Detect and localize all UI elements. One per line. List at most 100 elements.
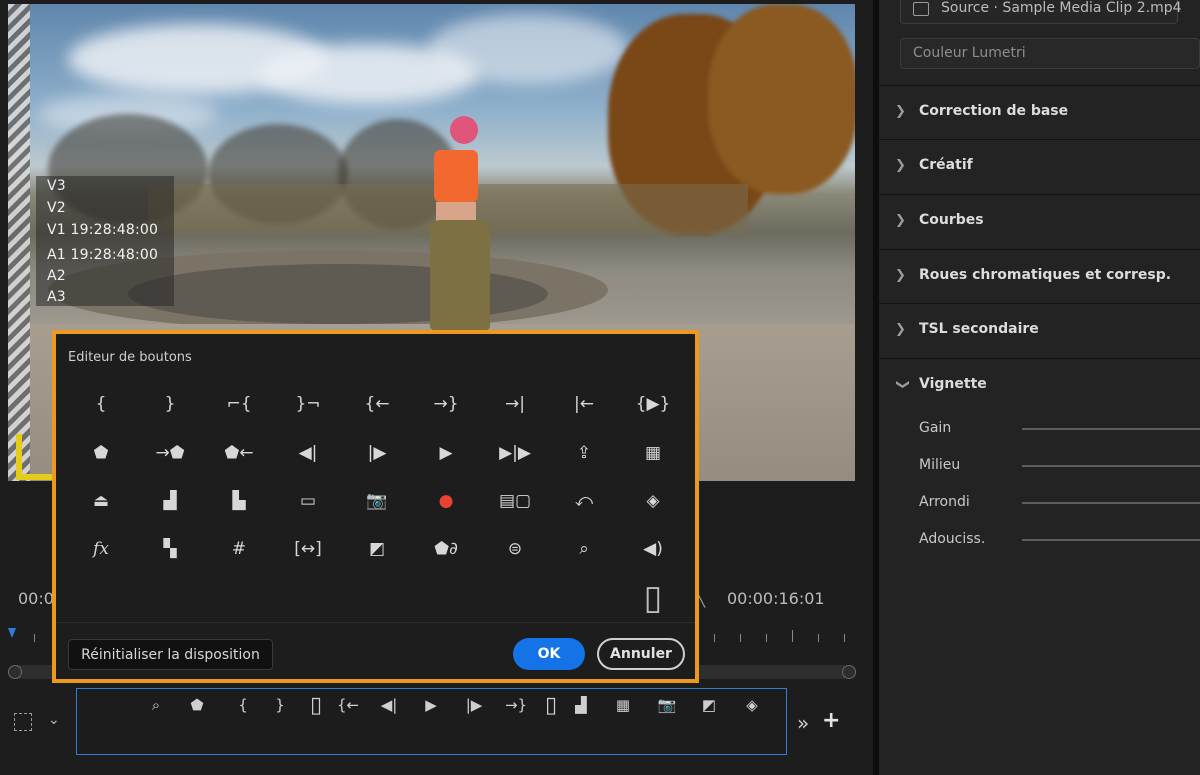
- bar-overwrite-icon[interactable]: ▦: [610, 694, 636, 716]
- chevron-down-icon[interactable]: ⌄: [48, 712, 60, 728]
- button-editor-icon[interactable]: ▚: [150, 534, 190, 564]
- add-marker-icon[interactable]: ⬟: [81, 438, 121, 468]
- step-back-icon[interactable]: ◀|: [288, 438, 328, 468]
- button-grid: {} ⌐{ }¬ {← →} →| |← {▶} ⬟ →⬟ ⬟← ◀| |▶ ▶ ▶|▶ ⇪ ▦ ⏏ ▟ ▙ ▭ 📷 ● ▤▢…: [56, 334, 695, 622]
- fx-icon[interactable]: fx: [81, 534, 121, 564]
- bar-spacer-icon[interactable]: ▯: [538, 693, 564, 718]
- bar-step-back-icon[interactable]: ◀|: [376, 694, 402, 716]
- step-forward-icon[interactable]: |▶: [357, 438, 397, 468]
- track-a2: A2: [47, 268, 66, 284]
- lift-icon[interactable]: ⏏: [81, 486, 121, 516]
- overwrite-icon[interactable]: ▦: [633, 438, 673, 468]
- vignette-arrondi-label: Arrondi: [919, 494, 970, 510]
- mark-clip-in-icon[interactable]: ⌐{: [219, 389, 259, 419]
- bar-mark-out-icon[interactable]: }: [267, 694, 293, 716]
- bar-spacer-icon[interactable]: ▯: [303, 693, 329, 718]
- go-to-previous-edit-icon[interactable]: |←: [564, 389, 604, 419]
- track-a1: A1 19:28:48:00: [47, 247, 159, 263]
- bar-stack-icon[interactable]: ◩: [696, 694, 722, 716]
- chevron-right-icon: ❯: [895, 268, 906, 283]
- section-label: Roues chromatiques et corresp.: [919, 267, 1172, 283]
- bar-step-forward-icon[interactable]: |▶: [461, 694, 487, 716]
- insert-icon[interactable]: ▙: [219, 486, 259, 516]
- select-zoom-icon[interactable]: [14, 713, 32, 731]
- comparison-view-icon[interactable]: ◈: [633, 486, 673, 516]
- grid-icon[interactable]: #: [219, 534, 259, 564]
- vignette-adouciss-slider[interactable]: [1022, 539, 1200, 541]
- section-creatif[interactable]: ❯ Créatif: [879, 139, 1200, 194]
- vignette-arrondi-slider[interactable]: [1022, 502, 1200, 504]
- vignette-gain-label: Gain: [919, 420, 952, 436]
- spacer-icon[interactable]: ▯: [633, 578, 673, 618]
- go-to-next-edit-icon[interactable]: →|: [495, 389, 535, 419]
- cancel-button[interactable]: Annuler: [597, 638, 685, 670]
- vignette-gain-slider[interactable]: [1022, 428, 1200, 430]
- bar-comparison-view-icon[interactable]: ◈: [739, 694, 765, 716]
- source-tab-label: Source · Sample Media Clip 2.mp4: [941, 0, 1182, 16]
- trim-icon[interactable]: ▶|▶: [495, 438, 535, 468]
- vignette-milieu-slider[interactable]: [1022, 465, 1200, 467]
- bar-find-icon[interactable]: ⌕: [143, 694, 169, 716]
- loop-icon[interactable]: ⤺: [564, 486, 604, 516]
- bar-go-to-in-icon[interactable]: {←: [335, 694, 361, 716]
- bar-play-icon[interactable]: ▶: [418, 694, 444, 716]
- section-label: Créatif: [919, 157, 973, 173]
- more-buttons-icon[interactable]: »: [797, 711, 809, 735]
- track-v2: V2: [47, 200, 66, 216]
- button-editor-dialog: Editeur de boutons {} ⌐{}¬ {← →} →| |← {▶} ⬟ →⬟ ⬟…: [52, 330, 699, 683]
- marker-link-icon[interactable]: ⬟∂: [426, 534, 466, 564]
- section-label: Vignette: [919, 376, 987, 392]
- lumetri-effect-field[interactable]: Couleur Lumetri: [900, 38, 1200, 69]
- reset-layout-button[interactable]: Réinitialiser la disposition: [68, 639, 273, 670]
- multi-camera-icon[interactable]: ▤▢: [495, 486, 535, 516]
- vr-video-icon[interactable]: ⊜: [495, 534, 535, 564]
- volume-icon[interactable]: ◀): [633, 534, 673, 564]
- transport-button-bar[interactable]: ⌕ ⬟{} ▯ {← ◀| ▶ |▶ →} ▯ ▟ ▦ 📷 ◩ ◈: [76, 688, 787, 755]
- section-tsl-secondaire[interactable]: ❯ TSL secondaire: [879, 303, 1200, 358]
- bar-extract-icon[interactable]: ▟: [568, 694, 594, 716]
- chevron-right-icon: ❯: [895, 158, 906, 173]
- chevron-right-icon: ❯: [895, 322, 906, 337]
- section-roues-chromatiques[interactable]: ❯ Roues chromatiques et corresp.: [879, 249, 1200, 304]
- mark-out-icon[interactable]: }: [150, 389, 190, 419]
- proxy-icon[interactable]: [↔]: [288, 534, 328, 564]
- play-in-to-out-icon[interactable]: {▶}: [633, 389, 673, 419]
- bar-mark-in-icon[interactable]: {: [230, 694, 256, 716]
- dialog-divider: [56, 622, 695, 623]
- chevron-right-icon: ❯: [895, 104, 906, 119]
- clip-icon: [913, 2, 929, 16]
- section-courbes[interactable]: ❯ Courbes: [879, 194, 1200, 249]
- source-clip-tab[interactable]: Source · Sample Media Clip 2.mp4: [900, 0, 1182, 24]
- find-icon[interactable]: ⌕: [564, 534, 604, 564]
- export-icon[interactable]: ⇪: [564, 438, 604, 468]
- add-button-icon[interactable]: +: [822, 708, 840, 733]
- safe-area-hatch: [8, 4, 30, 481]
- extract-icon[interactable]: ▟: [150, 486, 190, 516]
- lumetri-label: Couleur Lumetri: [913, 45, 1026, 61]
- stack-icon[interactable]: ◩: [357, 534, 397, 564]
- record-icon[interactable]: ●: [426, 486, 466, 516]
- vignette-adouciss-label: Adouciss.: [919, 531, 986, 547]
- safe-margins-icon[interactable]: ▭: [288, 486, 328, 516]
- ok-button[interactable]: OK: [513, 638, 585, 670]
- chevron-right-icon: ❯: [895, 213, 906, 228]
- chevron-down-icon: ❯: [894, 379, 910, 390]
- playhead-icon[interactable]: [8, 628, 16, 638]
- bar-camera-icon[interactable]: 📷: [654, 694, 680, 716]
- mark-in-icon[interactable]: {: [81, 389, 121, 419]
- mark-clip-out-icon[interactable]: }¬: [288, 389, 328, 419]
- go-to-previous-marker-icon[interactable]: ⬟←: [219, 438, 259, 468]
- go-to-in-icon[interactable]: {←: [357, 389, 397, 419]
- section-vignette[interactable]: ❯ Vignette: [879, 358, 1200, 413]
- current-timecode[interactable]: 00:0: [18, 589, 54, 608]
- zoom-handle-right[interactable]: [842, 665, 856, 679]
- go-to-out-icon[interactable]: →}: [426, 389, 466, 419]
- bar-go-to-out-icon[interactable]: →}: [503, 694, 529, 716]
- section-label: Courbes: [919, 212, 984, 228]
- zoom-handle-left[interactable]: [8, 665, 22, 679]
- bar-add-marker-icon[interactable]: ⬟: [184, 694, 210, 716]
- play-icon[interactable]: ▶: [426, 438, 466, 468]
- go-to-next-marker-icon[interactable]: →⬟: [150, 438, 190, 468]
- section-correction-de-base[interactable]: ❯ Correction de base: [879, 85, 1200, 140]
- camera-icon[interactable]: 📷: [357, 486, 397, 516]
